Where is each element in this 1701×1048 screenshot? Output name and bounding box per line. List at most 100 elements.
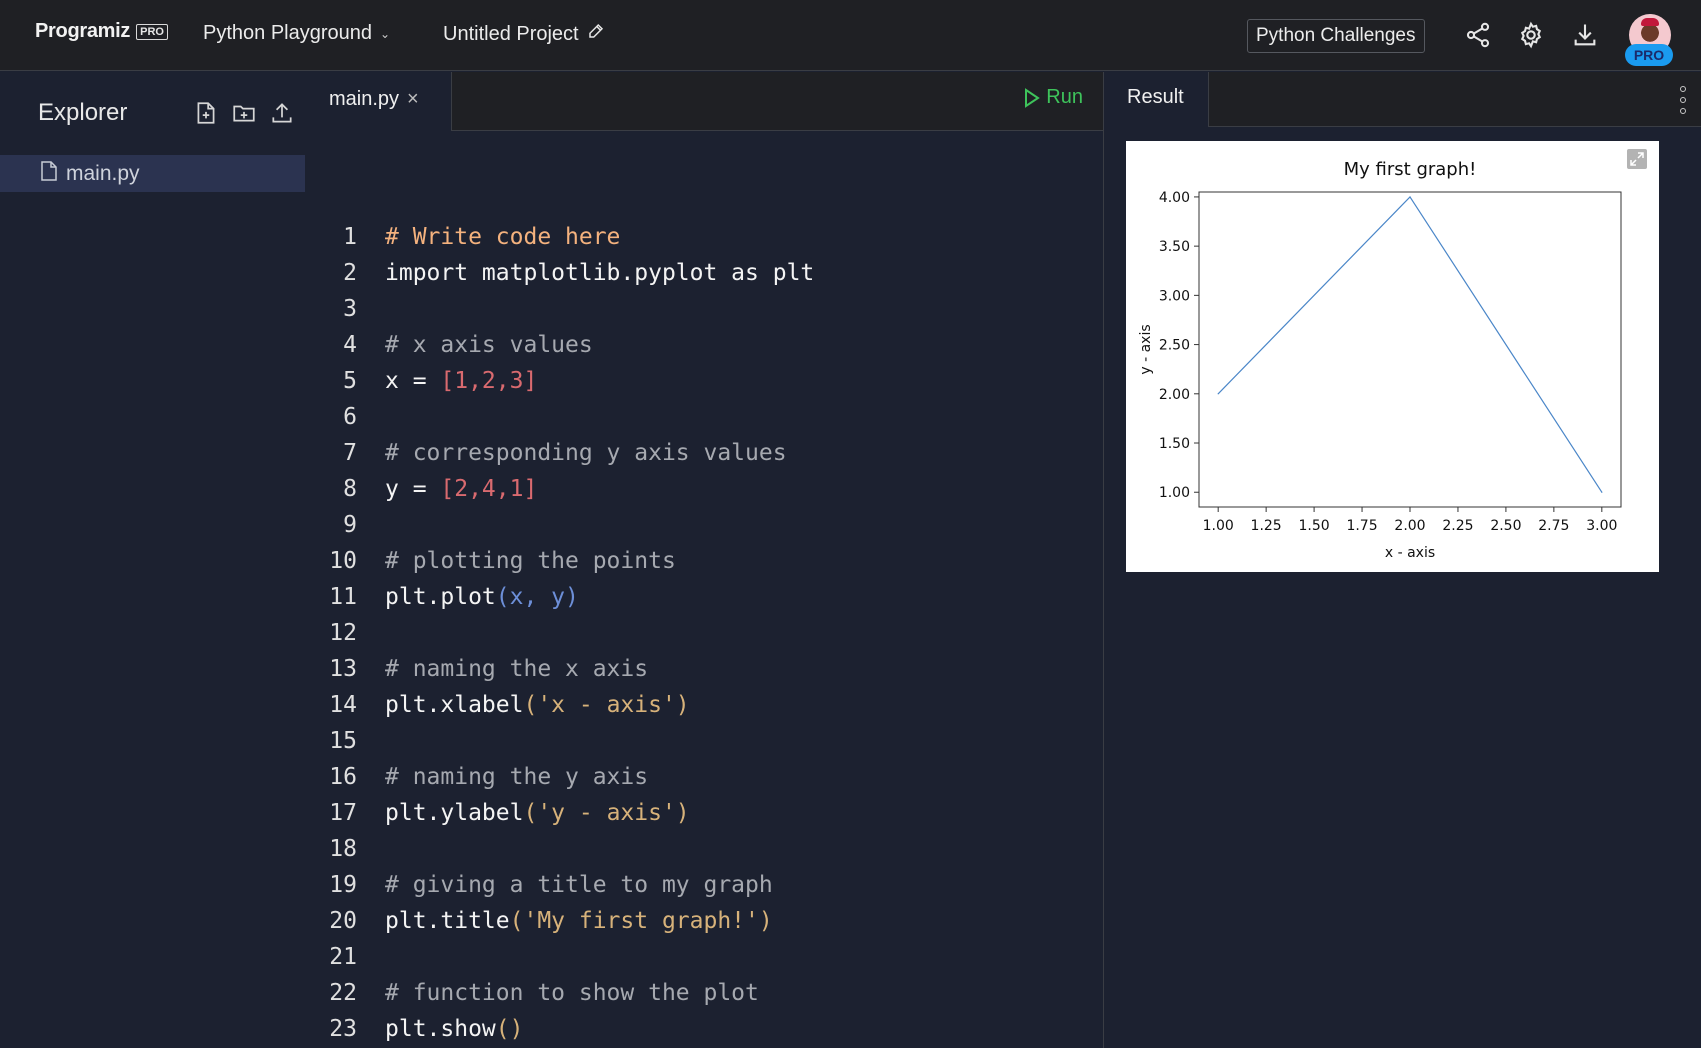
line-number: 23	[329, 1016, 357, 1042]
y-tick-label: 4.00	[1159, 190, 1190, 206]
code-token: # x axis values	[385, 332, 593, 358]
line-number: 17	[329, 800, 357, 826]
python-challenges-button[interactable]: Python Challenges	[1247, 19, 1425, 53]
code-token: plt.title	[385, 908, 510, 934]
code-line[interactable]: 22 # function to show the plot	[305, 975, 1103, 1011]
code-line[interactable]: 13 # naming the x axis	[305, 651, 1103, 687]
new-folder-icon[interactable]	[231, 100, 257, 126]
file-item-main-py[interactable]: main.py	[0, 155, 305, 192]
line-chart: My first graph! x - axis y - axis 1.00 1.25 1…	[1138, 159, 1622, 561]
line-number: 21	[329, 944, 357, 970]
line-number: 12	[329, 620, 357, 646]
code-line[interactable]: 5 x = [1,2,3]	[305, 363, 1103, 399]
y-tick-label: 3.00	[1159, 288, 1190, 304]
code-line[interactable]: 8 y = [2,4,1]	[305, 471, 1103, 507]
code-line[interactable]: 7 # corresponding y axis values	[305, 435, 1103, 471]
run-button[interactable]: Run	[1024, 86, 1083, 109]
code-line[interactable]: 9	[305, 507, 1103, 543]
code-line[interactable]: 18	[305, 831, 1103, 867]
code-token: (x, y)	[495, 584, 579, 610]
series-line	[1217, 195, 1603, 493]
tab-label: main.py	[329, 88, 400, 110]
programiz-logo[interactable]: Programiz PRO	[35, 20, 168, 43]
line-content: y = [2,4,1]	[385, 476, 537, 502]
project-name[interactable]: Untitled Project	[443, 22, 605, 46]
line-number: 8	[343, 476, 357, 502]
code-line[interactable]: 11 plt.plot(x, y)	[305, 579, 1103, 615]
line-content: # naming the x axis	[385, 656, 648, 682]
line-number: 22	[329, 980, 357, 1006]
line-content: # function to show the plot	[385, 980, 759, 1006]
code-line[interactable]: 23 plt.show()	[305, 1011, 1103, 1047]
x-axis-label: x - axis	[1385, 545, 1435, 561]
x-tick-label: 3.00	[1586, 518, 1617, 534]
x-tick-label: 2.00	[1394, 518, 1425, 534]
line-content: # x axis values	[385, 332, 593, 358]
line-number: 3	[343, 296, 357, 322]
line-number: 4	[343, 332, 357, 358]
playground-dropdown[interactable]: Python Playground ⌄	[203, 22, 390, 45]
code-line[interactable]: 14 plt.xlabel('x - axis')	[305, 687, 1103, 723]
line-content: # naming the y axis	[385, 764, 648, 790]
line-number: 9	[343, 512, 357, 538]
upload-icon[interactable]	[269, 100, 295, 126]
download-icon[interactable]	[1571, 21, 1599, 49]
code-line[interactable]: 2 import matplotlib.pyplot as plt	[305, 255, 1103, 291]
line-number: 13	[329, 656, 357, 682]
x-tick-label: 1.00	[1203, 518, 1234, 534]
x-tick-label: 2.25	[1442, 518, 1473, 534]
chevron-down-icon: ⌄	[380, 26, 391, 41]
code-line[interactable]: 1 # Write code here	[305, 219, 1103, 255]
x-tick-label: 1.25	[1251, 518, 1282, 534]
kebab-menu-icon[interactable]	[1678, 86, 1688, 114]
code-token: import matplotlib.pyplot as plt	[385, 260, 815, 286]
code-line[interactable]: 10 # plotting the points	[305, 543, 1103, 579]
code-token: plt.xlabel	[385, 692, 524, 718]
code-line[interactable]: 15	[305, 723, 1103, 759]
code-line[interactable]: 3	[305, 291, 1103, 327]
code-line[interactable]: 20 plt.title('My first graph!')	[305, 903, 1103, 939]
code-token: plt.show	[385, 1016, 496, 1042]
code-token: ()	[495, 1016, 524, 1042]
user-avatar[interactable]: PRO	[1625, 14, 1675, 66]
gear-icon[interactable]	[1517, 21, 1545, 49]
plot-output: My first graph! x - axis y - axis 1.00 1.25 1…	[1126, 141, 1659, 572]
y-tick-label: 1.00	[1159, 485, 1190, 501]
line-content: # Write code here	[385, 224, 620, 250]
code-token: # naming the x axis	[385, 656, 649, 682]
line-number: 10	[329, 548, 357, 574]
code-line[interactable]: 6	[305, 399, 1103, 435]
code-token: [1,2,3]	[440, 368, 538, 394]
tab-result[interactable]: Result	[1104, 72, 1209, 127]
code-token: # giving a title to my graph	[385, 872, 773, 898]
code-token: ('y - axis')	[523, 800, 690, 826]
code-area[interactable]: 1 # Write code here 2 import matplotlib.pyp…	[305, 219, 1103, 1047]
new-file-icon[interactable]	[193, 100, 219, 126]
file-name: main.py	[66, 161, 140, 185]
code-token: # plotting the points	[385, 548, 676, 574]
tab-main-py[interactable]: main.py ×	[305, 72, 452, 131]
chart-title: My first graph!	[1344, 159, 1477, 180]
line-content: # plotting the points	[385, 548, 676, 574]
y-tick-label: 2.00	[1159, 387, 1190, 403]
line-number: 18	[329, 836, 357, 862]
code-editor-panel: main.py × Run 1 # Write code here 2 import …	[305, 72, 1103, 1048]
line-number: 6	[343, 404, 357, 430]
share-icon[interactable]	[1464, 21, 1492, 49]
code-line[interactable]: 12	[305, 615, 1103, 651]
code-line[interactable]: 16 # naming the y axis	[305, 759, 1103, 795]
pencil-icon[interactable]	[587, 22, 605, 46]
playground-label: Python Playground	[203, 22, 373, 44]
code-line[interactable]: 21	[305, 939, 1103, 975]
line-number: 2	[343, 260, 357, 286]
code-token: # function to show the plot	[385, 980, 759, 1006]
code-line[interactable]: 17 plt.ylabel('y - axis')	[305, 795, 1103, 831]
expand-icon[interactable]	[1627, 149, 1647, 169]
code-line[interactable]: 4 # x axis values	[305, 327, 1103, 363]
result-panel: Result My first graph! x - axis y - axis 1.…	[1103, 72, 1701, 1048]
code-line[interactable]: 19 # giving a title to my graph	[305, 867, 1103, 903]
close-icon[interactable]: ×	[407, 88, 419, 110]
logo-pro-badge: PRO	[136, 23, 168, 40]
run-label: Run	[1046, 86, 1083, 108]
line-number: 5	[343, 368, 357, 394]
